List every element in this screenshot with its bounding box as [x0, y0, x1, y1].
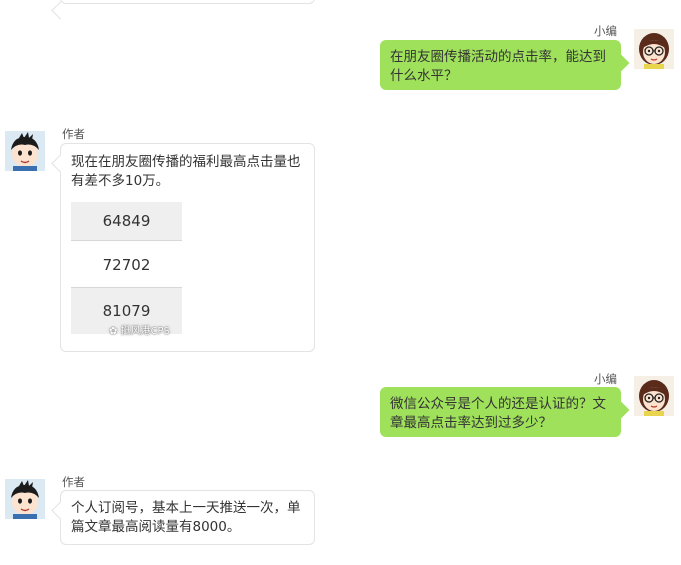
girl-avatar-icon	[634, 376, 674, 416]
editor-name-2: 小编	[594, 372, 617, 386]
value-cell-2: 72702	[102, 256, 151, 274]
author-name-2: 作者	[62, 475, 85, 489]
author-message-2: 个人订阅号，基本上一天推送一次，单篇文章最高阅读量有8000。	[60, 490, 315, 545]
boy-avatar-icon	[5, 131, 45, 171]
value-cell-1: 64849	[71, 202, 182, 241]
girl-avatar-icon	[634, 29, 674, 69]
author-message-1-text: 现在在朋友圈传播的福利最高点击量也有差不多10万。	[71, 154, 301, 189]
watermark: ✿ 挺风港CPS	[109, 322, 170, 337]
author-message-1: 现在在朋友圈传播的福利最高点击量也有差不多10万。 64849 72702 81…	[60, 143, 315, 352]
editor-message-2: 微信公众号是个人的还是认证的？文章最高点击率达到过多少？	[380, 387, 621, 437]
boy-avatar-icon	[5, 479, 45, 519]
editor-message-2-text: 微信公众号是个人的还是认证的？文章最高点击率达到过多少？	[390, 396, 606, 431]
editor-name-1: 小编	[594, 24, 617, 38]
author-name-1: 作者	[62, 127, 85, 141]
author-message-2-text: 个人订阅号，基本上一天推送一次，单篇文章最高阅读量有8000。	[71, 500, 301, 535]
previous-message-bubble	[60, 0, 315, 4]
watermark-icon: ✿	[109, 326, 118, 337]
editor-message-1-text: 在朋友圈传播活动的点击率，能达到什么水平？	[390, 49, 606, 84]
watermark-text: 挺风港CPS	[120, 326, 170, 337]
editor-message-1: 在朋友圈传播活动的点击率，能达到什么水平？	[380, 40, 621, 90]
